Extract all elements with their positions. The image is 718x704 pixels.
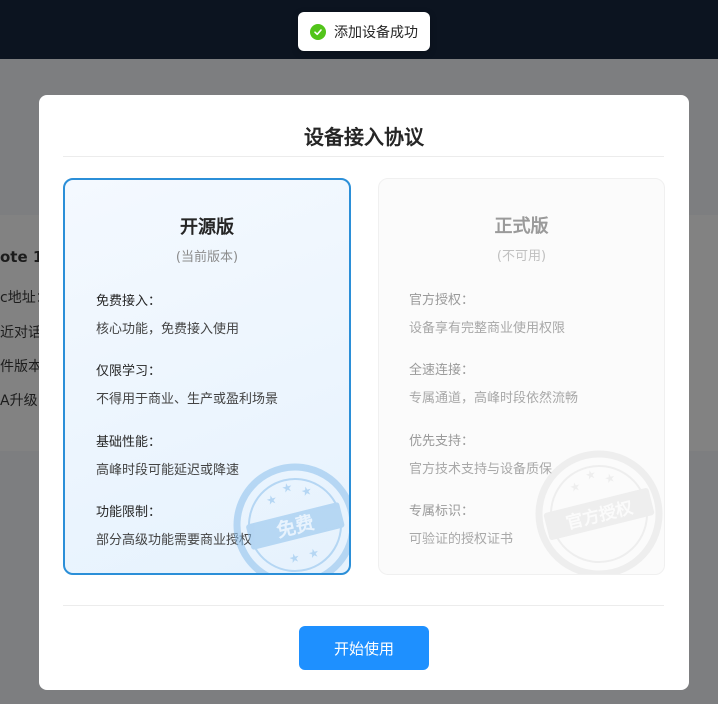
- footer-divider: [63, 605, 664, 606]
- stamp-label: 免费: [274, 511, 316, 543]
- feature-desc: 设备享有完整商业使用权限: [409, 321, 566, 336]
- feature-title: 官方授权：: [409, 293, 475, 308]
- svg-text:★: ★: [307, 545, 321, 561]
- plan-subtitle: (不可用): [496, 249, 547, 264]
- plan-card-official: 正式版 (不可用) 官方授权： 设备享有完整商业使用权限 全速连接： 专属通道，…: [378, 178, 665, 575]
- free-stamp-icon: 免费 ★ ★ ★ ★ ★: [233, 463, 349, 573]
- feature-title: 全速连接：: [409, 363, 475, 378]
- svg-text:★: ★: [265, 492, 279, 508]
- feature-desc: 高峰时段可能延迟或降速: [96, 463, 240, 478]
- success-toast: 添加设备成功: [298, 12, 430, 51]
- svg-text:★: ★: [568, 479, 582, 495]
- plan-name: 开源版: [180, 217, 234, 238]
- modal-title: 设备接入协议: [304, 125, 424, 149]
- feature-title: 免费接入：: [96, 294, 162, 309]
- feature-item: 免费接入： 核心功能，免费接入使用: [96, 290, 239, 337]
- plan-subtitle: (当前版本): [175, 250, 239, 265]
- feature-title: 专属标识：: [409, 504, 475, 519]
- svg-text:★: ★: [280, 480, 294, 496]
- title-divider: [63, 156, 664, 157]
- feature-desc: 可验证的授权证书: [409, 532, 514, 547]
- feature-item: 官方授权： 设备享有完整商业使用权限: [409, 289, 565, 336]
- plan-card-open-source[interactable]: 开源版 (当前版本) 免费接入： 核心功能，免费接入使用 仅限学习： 不得用于商…: [63, 178, 351, 575]
- feature-title: 基础性能：: [96, 435, 162, 450]
- svg-text:★: ★: [584, 467, 598, 483]
- feature-item: 全速连接： 专属通道，高峰时段依然流畅: [409, 359, 578, 406]
- toast-message: 添加设备成功: [334, 24, 418, 41]
- feature-item: 仅限学习： 不得用于商业、生产或盈利场景: [96, 360, 278, 407]
- device-agreement-modal: 设备接入协议 开源版 (当前版本) 免费接入： 核心功能，免费接入使用 仅限学习…: [39, 95, 689, 690]
- check-circle-icon: [310, 23, 326, 40]
- feature-item: 基础性能： 高峰时段可能延迟或降速: [96, 431, 239, 478]
- svg-text:★: ★: [603, 470, 617, 486]
- feature-title: 仅限学习：: [96, 364, 162, 379]
- plan-name: 正式版: [494, 216, 549, 237]
- feature-desc: 不得用于商业、生产或盈利场景: [96, 392, 279, 407]
- feature-item: 专属标识： 可验证的授权证书: [409, 500, 513, 547]
- feature-desc: 核心功能，免费接入使用: [96, 322, 240, 337]
- official-license-stamp-icon: 官方授权 ★ ★ ★: [535, 450, 663, 574]
- start-using-button[interactable]: 开始使用: [299, 626, 429, 670]
- svg-text:★: ★: [287, 550, 301, 566]
- svg-text:★: ★: [300, 483, 314, 499]
- feature-desc: 专属通道，高峰时段依然流畅: [409, 391, 579, 406]
